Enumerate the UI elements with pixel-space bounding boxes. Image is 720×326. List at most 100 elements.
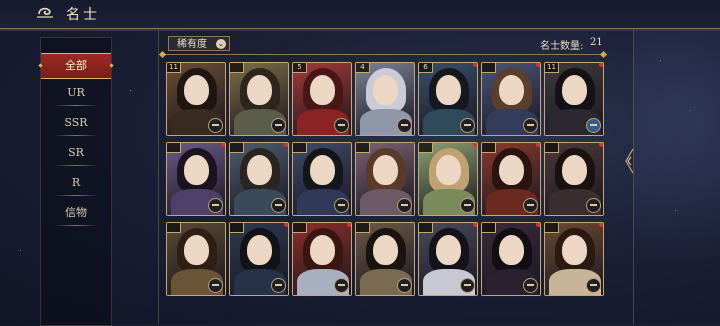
- portrait-face: [310, 155, 335, 185]
- character-card[interactable]: 4: [355, 62, 415, 136]
- character-card[interactable]: 11: [544, 62, 604, 136]
- sidebar-item-ssr[interactable]: SSR: [41, 111, 111, 135]
- card-level-tag: [230, 223, 244, 233]
- card-status-icon: [523, 198, 538, 213]
- card-level-tag: 11: [167, 63, 181, 73]
- card-status-icon: [460, 198, 475, 213]
- card-status-icon: [586, 118, 601, 133]
- rarity-sort-dropdown[interactable]: 稀有度 ⌄: [168, 36, 230, 51]
- card-status-icon: [208, 198, 223, 213]
- rarity-sidebar: 全部 UR SSR SR R 信物: [38, 37, 114, 326]
- portrait-face: [499, 155, 524, 185]
- card-status-icon: [397, 198, 412, 213]
- character-card[interactable]: [292, 142, 352, 216]
- portrait-face: [247, 235, 272, 265]
- sidebar-item-keepsake[interactable]: 信物: [41, 201, 111, 225]
- top-bar: 名士: [0, 0, 720, 31]
- card-status-icon: [334, 198, 349, 213]
- card-status-icon: [523, 278, 538, 293]
- card-level-tag: [167, 143, 181, 153]
- notification-dot: [473, 223, 477, 227]
- sidebar-item-ur[interactable]: UR: [41, 81, 111, 105]
- notification-dot: [599, 63, 603, 67]
- portrait-face: [562, 235, 587, 265]
- notification-dot: [536, 223, 540, 227]
- character-card[interactable]: [544, 222, 604, 296]
- character-card[interactable]: [355, 222, 415, 296]
- notification-dot: [221, 143, 225, 147]
- card-level-tag: 11: [545, 63, 559, 73]
- expand-arrow-icon[interactable]: [624, 148, 634, 174]
- sidebar-item-sr[interactable]: SR: [41, 141, 111, 165]
- card-level-tag: [293, 143, 307, 153]
- sidebar-item-all[interactable]: 全部: [41, 53, 111, 79]
- star-decor: [20, 250, 21, 251]
- count-value: 21: [590, 37, 603, 48]
- character-card[interactable]: [481, 142, 541, 216]
- portrait-face: [247, 75, 272, 105]
- portrait-face: [373, 235, 398, 265]
- character-card[interactable]: [544, 142, 604, 216]
- character-card[interactable]: [292, 222, 352, 296]
- card-status-icon: [460, 278, 475, 293]
- notification-dot: [284, 223, 288, 227]
- character-card[interactable]: [481, 222, 541, 296]
- star-decor: [130, 90, 131, 91]
- portrait-face: [562, 155, 587, 185]
- portrait-face: [373, 155, 398, 185]
- notification-dot: [473, 143, 477, 147]
- card-status-icon: [334, 118, 349, 133]
- card-level-tag: [356, 223, 370, 233]
- header-divider: [162, 54, 604, 55]
- character-card[interactable]: [418, 222, 478, 296]
- card-level-tag: [293, 223, 307, 233]
- card-level-tag: [545, 223, 559, 233]
- card-status-icon: [334, 278, 349, 293]
- character-card[interactable]: [229, 62, 289, 136]
- notification-dot: [347, 223, 351, 227]
- card-status-icon: [271, 118, 286, 133]
- character-card[interactable]: [481, 62, 541, 136]
- sidebar-item-r[interactable]: R: [41, 171, 111, 195]
- chevron-down-icon: ⌄: [216, 39, 226, 49]
- portrait-face: [310, 235, 335, 265]
- character-card[interactable]: 6: [418, 62, 478, 136]
- card-level-tag: [482, 143, 496, 153]
- card-level-tag: 6: [419, 63, 433, 73]
- sidebar-divider: [54, 135, 98, 136]
- card-level-tag: [482, 63, 496, 73]
- count-label: 名士数量:: [540, 41, 584, 52]
- character-card[interactable]: [229, 222, 289, 296]
- rarity-sort-label: 稀有度: [177, 39, 207, 50]
- card-status-icon: [208, 118, 223, 133]
- character-card[interactable]: 11: [166, 62, 226, 136]
- portrait-face: [184, 235, 209, 265]
- card-status-icon: [460, 118, 475, 133]
- portrait-face: [247, 155, 272, 185]
- sidebar-divider: [54, 195, 98, 196]
- card-status-icon: [271, 198, 286, 213]
- sidebar-divider: [54, 165, 98, 166]
- portrait-face: [562, 75, 587, 105]
- character-card[interactable]: [166, 222, 226, 296]
- character-card[interactable]: [229, 142, 289, 216]
- card-level-tag: [230, 143, 244, 153]
- notification-dot: [536, 143, 540, 147]
- back-icon[interactable]: [36, 5, 54, 23]
- character-card[interactable]: [418, 142, 478, 216]
- notification-dot: [599, 223, 603, 227]
- card-status-icon: [523, 118, 538, 133]
- portrait-face: [436, 235, 461, 265]
- card-status-icon: [397, 278, 412, 293]
- card-status-icon: [586, 198, 601, 213]
- portrait-face: [436, 155, 461, 185]
- sidebar-divider: [54, 105, 98, 106]
- portrait-face: [184, 155, 209, 185]
- card-level-tag: [230, 63, 244, 73]
- character-card[interactable]: [355, 142, 415, 216]
- character-card[interactable]: 5: [292, 62, 352, 136]
- character-card[interactable]: [166, 142, 226, 216]
- background-glow: [634, 30, 720, 324]
- card-status-icon: [586, 278, 601, 293]
- card-level-tag: [545, 143, 559, 153]
